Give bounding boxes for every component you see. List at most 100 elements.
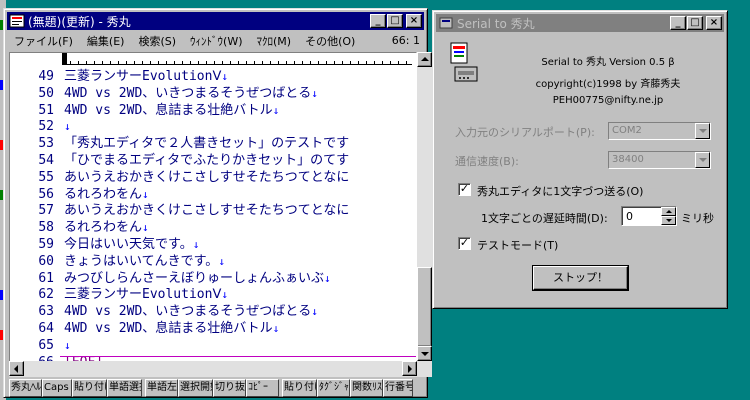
text-edit-area[interactable]: 49 三菱ランサーEvolutionⅤ↓ 50 4WD vs 2WD、いきつまるそうぜ… (9, 52, 417, 377)
speed-combo[interactable]: 38400 (608, 151, 711, 169)
send-checkbox[interactable]: ✓ (458, 183, 471, 196)
menu-file[interactable]: ファイル(F) (7, 33, 80, 49)
delay-spinbox[interactable]: 0 (621, 206, 677, 226)
line-text: きょうはいいてんきです。↓ (64, 253, 225, 270)
vertical-scrollbar[interactable] (417, 52, 432, 377)
dialog-titlebar[interactable]: Serial to 秀丸 _ □ × (436, 14, 724, 32)
line-number: 54 (38, 153, 54, 168)
menu-other[interactable]: その他(O) (298, 33, 362, 49)
function-key-button[interactable]: Caps (42, 379, 72, 397)
text-line: 55 あいうえおかきくけこさしすせそたちつてとなに (10, 169, 405, 186)
newline-mark: ↓ (311, 305, 318, 319)
line-text: 4WD vs 2WD、息詰まる壮絶バトル↓ (64, 320, 279, 337)
port-value: COM2 (612, 125, 642, 136)
menu-search[interactable]: 検索(S) (131, 33, 183, 49)
menu-macro[interactable]: ﾏｸﾛ(M) (250, 33, 299, 49)
function-key-button[interactable]: 関数ﾘｽﾄ (350, 379, 383, 397)
text-line: 53 「秀丸エディタで２人書きセット」のテストです (10, 135, 405, 152)
line-text: あいうえおかきくけこさしすせそたちつてとなに (64, 169, 349, 186)
text-line: 58 るれろわをん↓ (10, 219, 405, 236)
delay-decrement-button[interactable] (661, 216, 676, 225)
function-key-button[interactable]: 貼り付け (282, 379, 317, 397)
scroll-down-button[interactable] (417, 346, 432, 361)
line-content: 4WD vs 2WD、息詰まる壮絶バトル (64, 102, 273, 118)
menu-window[interactable]: ｳｨﾝﾄﾞｳ(W) (183, 33, 249, 49)
line-number: 60 (38, 253, 54, 269)
function-key-bar: 秀丸ﾍﾙﾌﾟCaps貼り付け単語選択単語左選択開始切り抜きｺﾋﾟｰ貼り付けﾀｸﾞ… (9, 379, 427, 397)
port-dropdown-button[interactable] (695, 123, 710, 139)
line-text: るれろわをん↓ (64, 186, 149, 203)
text-line: 52 ↓ (10, 118, 405, 135)
editor-menubar: ファイル(F) 編集(E) 検索(S) ｳｨﾝﾄﾞｳ(W) ﾏｸﾛ(M) その他… (7, 31, 424, 50)
line-text: 4WD vs 2WD、息詰まる壮絶バトル↓ (64, 102, 279, 119)
function-key-button[interactable]: 行番号 (383, 379, 413, 397)
dialog-close-button[interactable]: × (706, 16, 722, 30)
line-content: みつびしらんさーえぼりゅーしょんふぁいぶ (64, 270, 325, 286)
cursor-line-underline (60, 356, 416, 357)
line-content: るれろわをん (64, 186, 143, 202)
line-text: ↓ (64, 118, 71, 135)
line-number: 59 (38, 237, 54, 252)
line-text: 三菱ランサーEvolutionⅤ↓ (64, 68, 228, 85)
stop-button[interactable]: ストップ！ (533, 266, 628, 290)
line-number: 63 (38, 304, 54, 320)
line-content: 4WD vs 2WD、息詰まる壮絶バトル (64, 321, 273, 336)
delay-label: 1文字ごとの遅延時間(D): (481, 212, 608, 225)
text-line: 49 三菱ランサーEvolutionⅤ↓ (10, 68, 405, 85)
newline-mark: ↓ (221, 288, 228, 302)
function-key-button[interactable]: 選択開始 (178, 379, 213, 397)
port-label: 入力元のシリアルポート(P): (455, 126, 595, 139)
delay-unit-label: ミリ秒 (681, 212, 714, 225)
ruler-cursor-marker (62, 53, 67, 65)
line-content: 三菱ランサーEvolutionⅤ (64, 69, 222, 84)
line-text: 4WD vs 2WD、いきつまるそうぜつばとる↓ (64, 303, 318, 320)
test-mode-checkbox[interactable]: ✓ (458, 237, 471, 250)
port-combo[interactable]: COM2 (608, 122, 711, 140)
speed-dropdown-button[interactable] (695, 152, 710, 168)
line-content: 4WD vs 2WD、いきつまるそうぜつばとる (64, 85, 312, 101)
line-number: 51 (38, 102, 54, 118)
minimize-button[interactable]: _ (370, 14, 386, 28)
function-key-button[interactable]: ﾀｸﾞｼﾞｬﾝﾌﾟ (317, 379, 350, 397)
menu-edit[interactable]: 編集(E) (80, 33, 132, 49)
function-key-button[interactable]: 単語選択 (107, 379, 142, 397)
scroll-right-button[interactable] (402, 361, 417, 376)
text-line: 65 ↓ (10, 337, 405, 354)
function-key-button[interactable]: 切り抜き (213, 379, 246, 397)
send-checkbox-label[interactable]: 秀丸エディタに1文字づつ送る(O) (477, 183, 643, 199)
app-version-text: Serial to 秀丸 Version 0.5 β (541, 57, 675, 68)
hidemaru-app-icon[interactable] (9, 14, 25, 28)
delay-increment-button[interactable] (661, 207, 676, 216)
serial-app-icon[interactable] (438, 16, 454, 30)
dialog-maximize-button[interactable]: □ (687, 16, 703, 30)
editor-titlebar[interactable]: (無題)(更新) - 秀丸 _ □ × (7, 12, 424, 30)
scroll-left-button[interactable] (9, 361, 24, 376)
speed-value: 38400 (612, 154, 644, 165)
editor-title: (無題)(更新) - 秀丸 (28, 14, 131, 29)
line-text: ↓ (64, 337, 71, 354)
test-mode-label[interactable]: テストモード(T) (477, 237, 558, 253)
line-text: 4WD vs 2WD、いきつまるそうぜつばとる↓ (64, 85, 318, 102)
line-number: 57 (38, 203, 54, 219)
function-key-button[interactable]: ｺﾋﾟｰ (246, 379, 279, 397)
chevron-down-icon (699, 129, 707, 133)
email-text: PEH00775@nifty.ne.jp (552, 95, 664, 106)
arrow-right-icon (408, 365, 412, 373)
speed-label: 通信速度(B): (455, 155, 519, 168)
serial-program-icon (450, 42, 478, 82)
maximize-button[interactable]: □ (387, 14, 403, 28)
vertical-scroll-thumb[interactable] (417, 267, 432, 347)
newline-mark: ↓ (64, 338, 71, 352)
column-ruler (62, 53, 412, 65)
close-button[interactable]: × (406, 14, 422, 28)
newline-mark: ↓ (142, 221, 149, 235)
function-key-button[interactable]: 単語左 (145, 379, 178, 397)
function-key-button[interactable]: 秀丸ﾍﾙﾌﾟ (9, 379, 42, 397)
scroll-up-button[interactable] (417, 52, 432, 67)
dialog-minimize-button[interactable]: _ (670, 16, 686, 30)
newline-mark: ↓ (311, 86, 318, 100)
line-number: 55 (38, 169, 54, 185)
function-key-button[interactable]: 貼り付け (72, 379, 107, 397)
horizontal-scrollbar[interactable] (9, 361, 417, 377)
line-text: あいうえおかきくけこさしすせそたちつてとなに (64, 202, 349, 219)
